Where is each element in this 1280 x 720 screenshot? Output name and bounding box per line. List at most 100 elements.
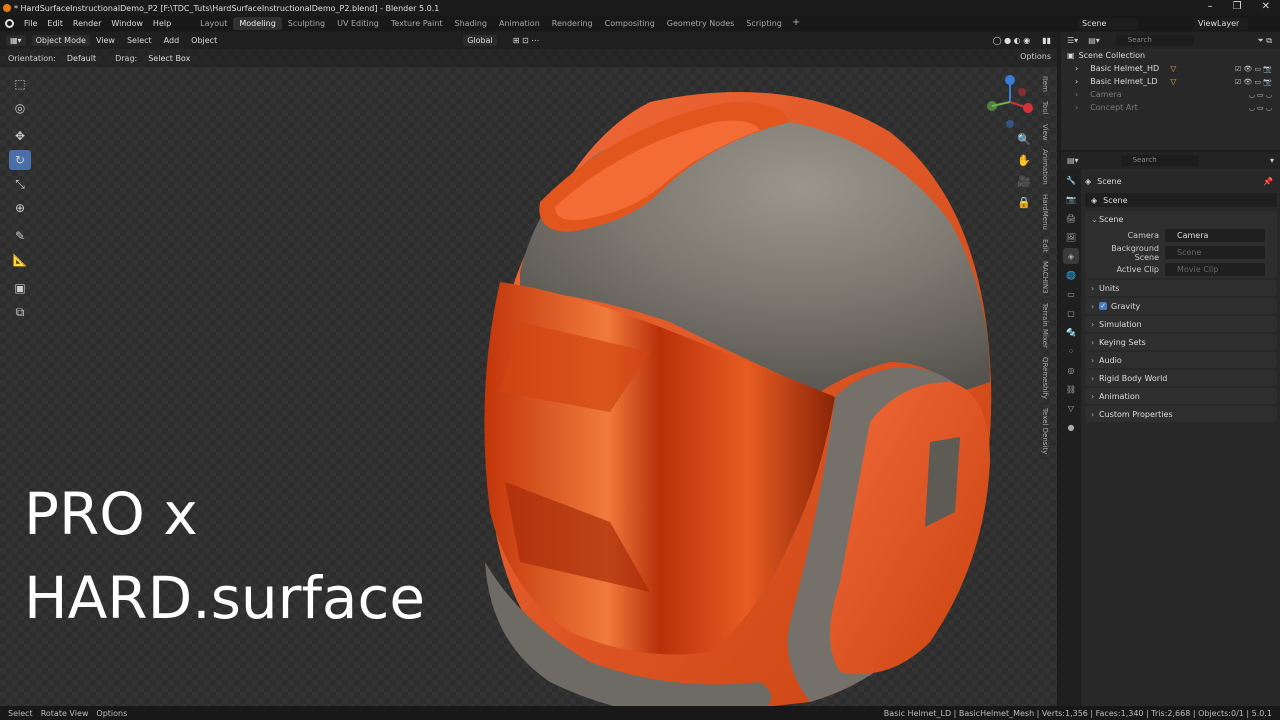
- scene-selector[interactable]: Scene: [1060, 17, 1170, 30]
- view-layer-tab-icon[interactable]: 🖼: [1063, 229, 1079, 245]
- drag-dropdown[interactable]: Select Box: [143, 53, 195, 64]
- ntab-machin3[interactable]: MACHIN3: [1041, 257, 1049, 300]
- outliner-row-camera[interactable]: › Camera ◡ ▭ ◡: [1061, 88, 1280, 101]
- blender-menu-icon[interactable]: [5, 19, 14, 28]
- scene-datablock-field[interactable]: ◈ Scene: [1085, 193, 1277, 207]
- tab-layout[interactable]: Layout: [194, 17, 233, 30]
- navigation-gizmo[interactable]: [980, 72, 1040, 132]
- tab-animation[interactable]: Animation: [493, 17, 546, 30]
- select-box-icon[interactable]: ⬚: [9, 74, 31, 94]
- annotate-icon[interactable]: ✎: [9, 226, 31, 246]
- measure-icon[interactable]: 📐: [9, 250, 31, 270]
- properties-editor-icon[interactable]: ▤▾: [1067, 156, 1079, 165]
- expand-arrow-icon[interactable]: ›: [1075, 103, 1078, 112]
- scene-name[interactable]: Scene: [1078, 17, 1138, 30]
- menu-select[interactable]: Select: [121, 36, 158, 45]
- active-clip-field[interactable]: Movie Clip: [1165, 263, 1265, 276]
- collection-tab-icon[interactable]: ▭: [1063, 286, 1079, 302]
- scale-icon[interactable]: ⤡: [9, 174, 31, 194]
- add-workspace-icon[interactable]: +: [788, 17, 804, 30]
- menu-help[interactable]: Help: [148, 19, 176, 28]
- visibility-toggles[interactable]: ◡ ▭ ◡: [1249, 104, 1272, 112]
- display-mode-icon[interactable]: ▤▾: [1088, 36, 1100, 45]
- add-cube-icon[interactable]: ▣: [9, 278, 31, 298]
- tab-scripting[interactable]: Scripting: [740, 17, 788, 30]
- material-tab-icon[interactable]: ●: [1063, 419, 1079, 435]
- ntab-qremeshify[interactable]: QRemeshify: [1041, 353, 1049, 405]
- menu-edit[interactable]: Edit: [42, 19, 68, 28]
- ntab-item[interactable]: Item: [1041, 72, 1049, 97]
- transform-orientation[interactable]: Global: [463, 35, 497, 46]
- options-button[interactable]: Options: [1020, 52, 1051, 61]
- menu-render[interactable]: Render: [68, 19, 106, 28]
- panel-animation[interactable]: › Animation: [1085, 388, 1277, 404]
- maximize-icon[interactable]: ❐: [1233, 1, 1242, 12]
- editor-type-icon[interactable]: ▦▾: [6, 35, 26, 46]
- expand-arrow-icon[interactable]: ›: [1075, 77, 1078, 86]
- visibility-toggles[interactable]: ☑ 👁 ▭ 📷: [1235, 65, 1272, 73]
- pin-icon[interactable]: 📌: [1263, 177, 1273, 186]
- minimize-icon[interactable]: –: [1208, 1, 1213, 12]
- panel-gravity[interactable]: › ✓ Gravity: [1085, 298, 1277, 314]
- rotate-icon[interactable]: ↻: [9, 150, 31, 170]
- menu-view[interactable]: View: [90, 36, 121, 45]
- properties-search-input[interactable]: Search: [1120, 155, 1199, 166]
- particles-tab-icon[interactable]: ⁘: [1063, 343, 1079, 359]
- ntab-hardmenu[interactable]: HardMenu: [1041, 190, 1049, 235]
- ntab-animation[interactable]: Animation: [1041, 145, 1049, 190]
- tab-rendering[interactable]: Rendering: [546, 17, 599, 30]
- expand-arrow-icon[interactable]: ›: [1075, 90, 1078, 99]
- properties-options-icon[interactable]: ▾: [1270, 156, 1274, 165]
- background-scene-field[interactable]: Scene: [1165, 246, 1265, 259]
- outliner-search-input[interactable]: Search: [1115, 35, 1194, 46]
- move-icon[interactable]: ✥: [9, 126, 31, 146]
- camera-view-icon[interactable]: 🎥: [1015, 172, 1033, 190]
- object-tab-icon[interactable]: ▢: [1063, 305, 1079, 321]
- orientation-dropdown[interactable]: Default: [62, 53, 101, 64]
- panel-keying-sets[interactable]: › Keying Sets: [1085, 334, 1277, 350]
- ntab-texel-density[interactable]: Texel Density: [1041, 404, 1049, 460]
- panel-units[interactable]: › Units: [1085, 280, 1277, 296]
- cursor-icon[interactable]: ◎: [9, 98, 31, 118]
- lock-icon[interactable]: 🔒: [1015, 193, 1033, 211]
- ntab-terrain-mixer[interactable]: Terrain Mixer: [1041, 299, 1049, 354]
- menu-file[interactable]: File: [19, 19, 42, 28]
- tab-shading[interactable]: Shading: [448, 17, 493, 30]
- panel-simulation[interactable]: › Simulation: [1085, 316, 1277, 332]
- expand-arrow-icon[interactable]: ›: [1075, 64, 1078, 73]
- panel-custom-properties[interactable]: › Custom Properties: [1085, 406, 1277, 422]
- ntab-view[interactable]: View: [1041, 120, 1049, 146]
- shading-modes-icon[interactable]: ◯ ● ◐ ◉: [987, 36, 1037, 45]
- render-tab-icon[interactable]: 📷: [1063, 191, 1079, 207]
- tab-texture-paint[interactable]: Texture Paint: [385, 17, 449, 30]
- scene-collection-row[interactable]: ▣ Scene Collection: [1061, 49, 1280, 62]
- camera-field[interactable]: Camera: [1165, 229, 1265, 242]
- gravity-checkbox[interactable]: ✓: [1099, 302, 1107, 310]
- transform-icon[interactable]: ⊕: [9, 198, 31, 218]
- outliner-editor-icon[interactable]: ☰▾: [1067, 36, 1078, 45]
- tab-sculpting[interactable]: Sculpting: [282, 17, 331, 30]
- outliner-row-concept-art[interactable]: › Concept Art ◡ ▭ ◡: [1061, 101, 1280, 114]
- output-tab-icon[interactable]: 🖨: [1063, 210, 1079, 226]
- snap-icon[interactable]: ⊞ ⊡ ⋯: [507, 36, 546, 45]
- tab-geometry-nodes[interactable]: Geometry Nodes: [661, 17, 740, 30]
- data-tab-icon[interactable]: ▽: [1063, 400, 1079, 416]
- zoom-icon[interactable]: 🔍: [1015, 130, 1033, 148]
- panel-scene-header[interactable]: ⌄ Scene: [1085, 211, 1277, 227]
- extrude-icon[interactable]: ⧉: [9, 302, 31, 322]
- tab-uv-editing[interactable]: UV Editing: [331, 17, 385, 30]
- menu-add[interactable]: Add: [158, 36, 186, 45]
- scene-datablock-name[interactable]: Scene: [1103, 196, 1127, 205]
- scene-tab-icon[interactable]: ◈: [1063, 248, 1079, 264]
- constraints-tab-icon[interactable]: ⛓: [1063, 381, 1079, 397]
- visibility-toggles[interactable]: ◡ ▭ ◡: [1249, 91, 1272, 99]
- world-tab-icon[interactable]: 🌐: [1063, 267, 1079, 283]
- view-layer-name[interactable]: ViewLayer: [1194, 17, 1248, 30]
- menu-window[interactable]: Window: [106, 19, 148, 28]
- panel-audio[interactable]: › Audio: [1085, 352, 1277, 368]
- filter-icon[interactable]: ⏷ ⧉: [1257, 36, 1272, 46]
- tab-modeling[interactable]: Modeling: [233, 17, 282, 30]
- view-layer-selector[interactable]: ViewLayer: [1176, 17, 1276, 30]
- modifiers-tab-icon[interactable]: 🔩: [1063, 324, 1079, 340]
- pan-hand-icon[interactable]: ✋: [1015, 151, 1033, 169]
